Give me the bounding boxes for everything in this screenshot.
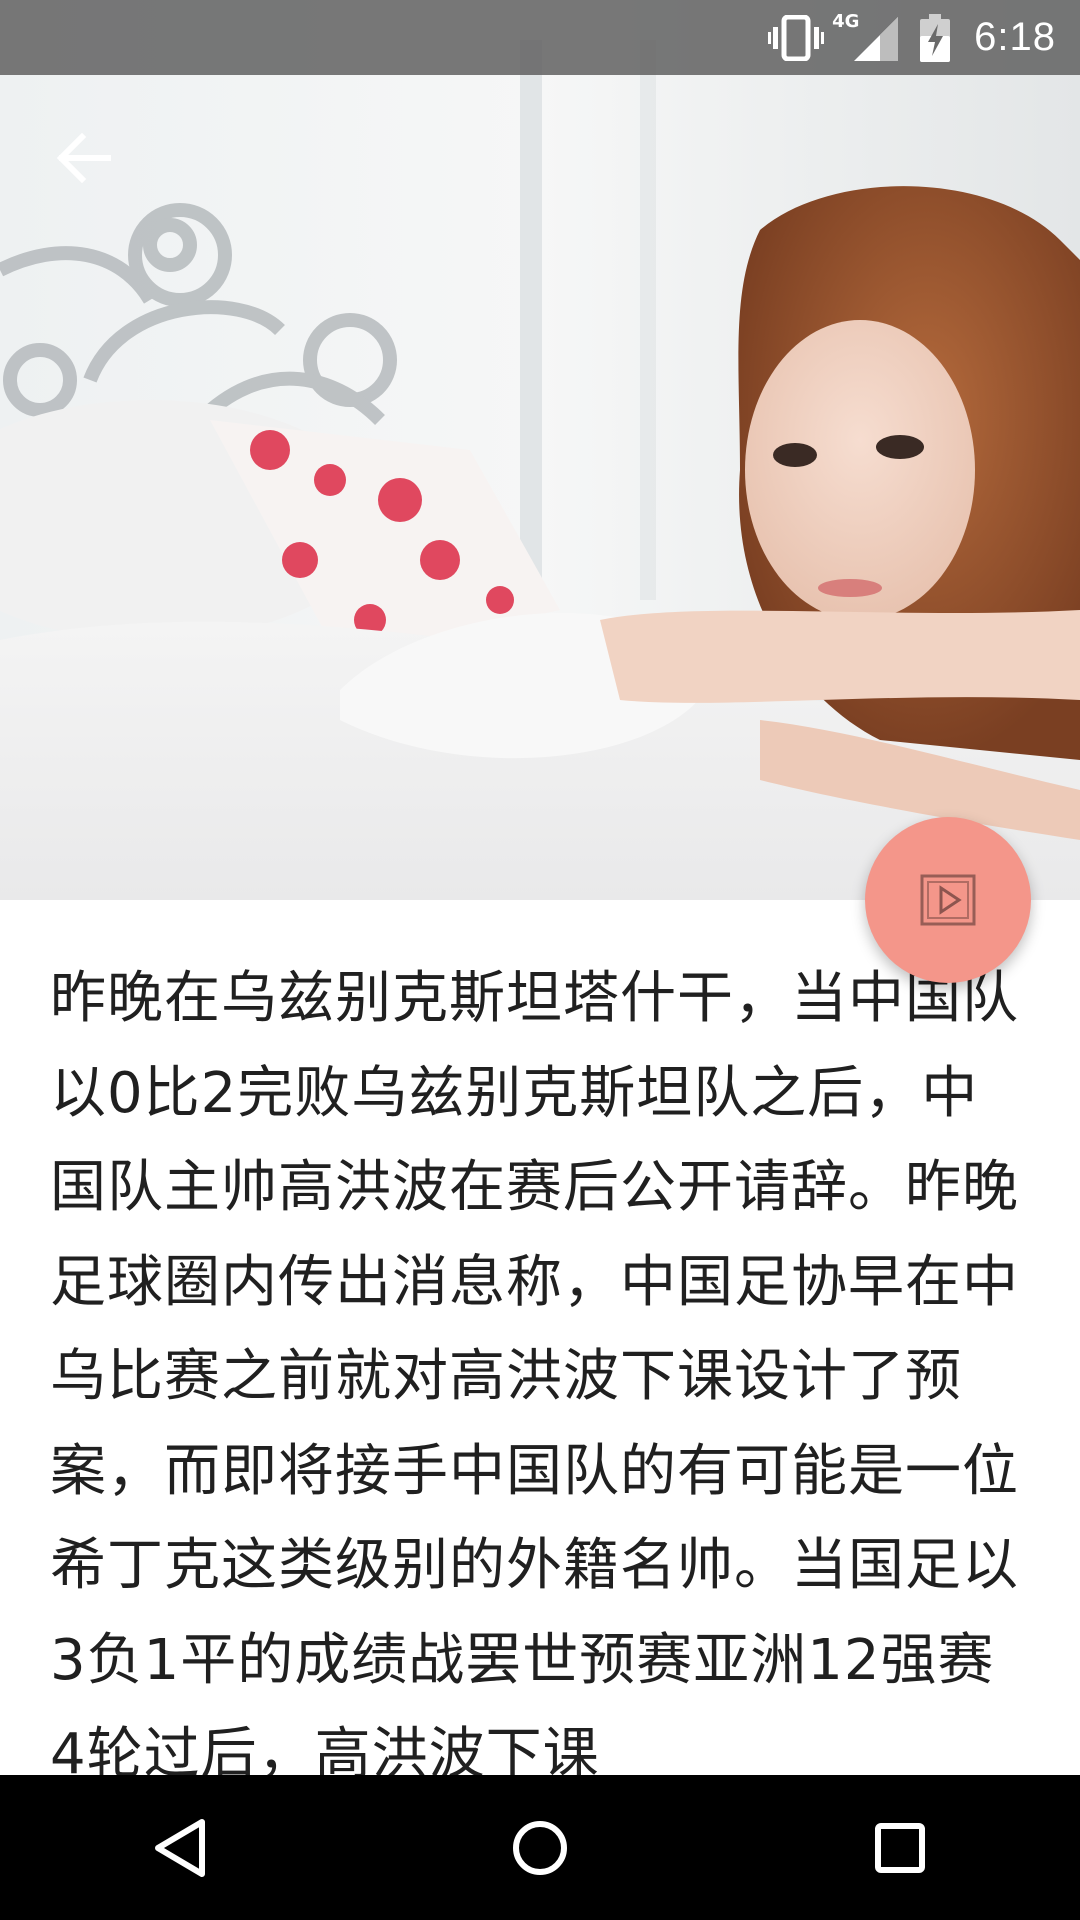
play-video-button[interactable] [865,817,1031,983]
status-clock: 6:18 [974,15,1056,59]
status-bar: 4G 6:18 [0,0,1080,75]
vibrate-icon [768,14,825,61]
recents-square-icon [875,1822,925,1873]
battery-charging-icon [920,13,951,62]
article-content: 昨晚在乌兹别克斯坦塔什干，当中国队以0比2完败乌兹别克斯坦队之后，中国队主帅高洪… [50,952,1030,1777]
header-image [0,0,1080,900]
nav-back-button[interactable] [120,1788,240,1908]
cell-signal-icon: 4G [832,11,899,61]
nav-home-button[interactable] [480,1788,600,1908]
home-circle-icon [513,1820,567,1875]
arrow-left-icon [56,133,111,183]
screen: 4G 6:18 昨晚在乌兹别克斯坦塔什干，当中国队以0比2完败乌兹别克斯坦队之后… [0,0,1080,1920]
back-button[interactable] [48,122,120,194]
navigation-bar [0,1775,1080,1920]
nav-recents-button[interactable] [840,1788,960,1908]
play-video-icon [920,874,976,926]
article-body: 昨晚在乌兹别克斯坦塔什干，当中国队以0比2完败乌兹别克斯坦队之后，中国队主帅高洪… [50,966,1019,1777]
back-triangle-icon [155,1818,205,1877]
network-type-label: 4G [832,10,860,32]
